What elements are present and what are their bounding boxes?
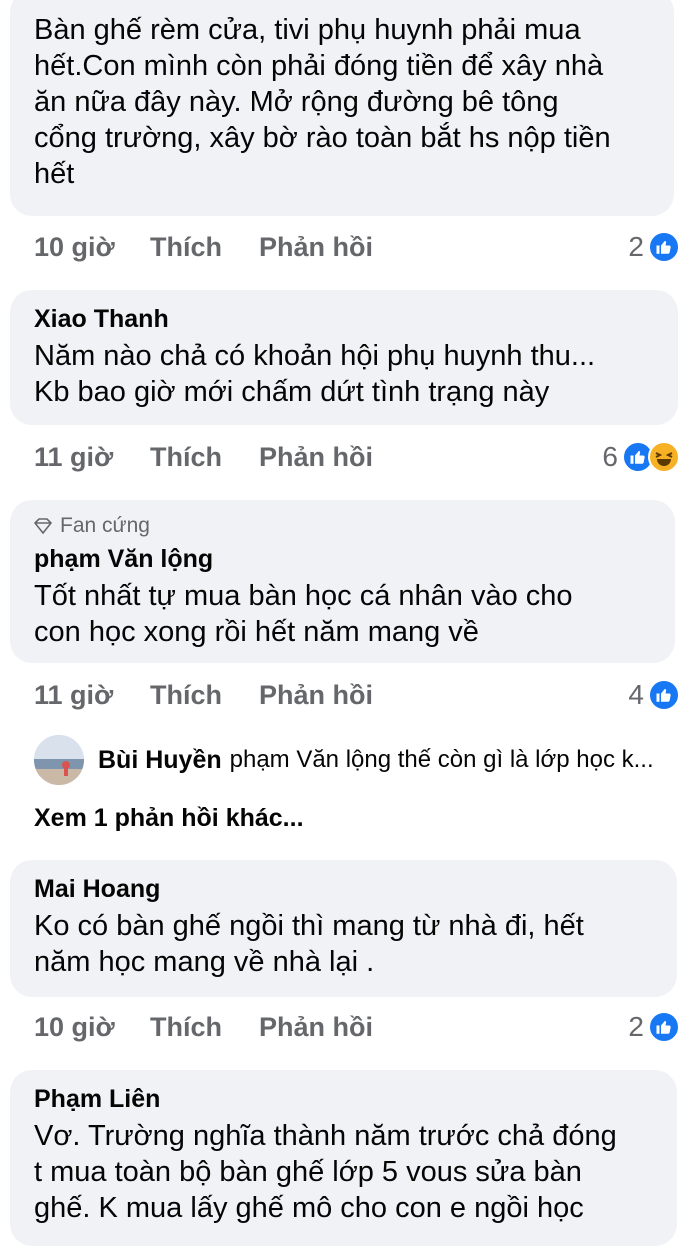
comment-text-line: hết [34,158,75,190]
comment-text-line: Vơ. Trường nghĩa thành năm trước chả đón… [34,1120,617,1152]
comment-author[interactable]: Phạm Liên [34,1084,653,1114]
reply-button[interactable]: Phản hồi [259,227,373,267]
comment-text-line: Bàn ghế rèm cửa, tivi phụ huynh phải mua [34,14,581,46]
reaction-count: 6 [602,441,618,472]
reaction-count: 4 [628,679,644,710]
like-icon [648,679,680,711]
comment-actions: 10 giờ Thích Phản hồi [34,227,674,267]
reaction-count: 2 [628,1011,644,1042]
comment-time[interactable]: 11 giờ [34,437,113,477]
comment-text-line: Ko có bàn ghế ngồi thì mang từ nhà đi, h… [34,910,584,942]
comment-bubble: Phạm Liên Vơ. Trường nghĩa thành năm trư… [10,1070,677,1246]
comment-time[interactable]: 11 giờ [34,675,113,715]
comment-bubble: Bàn ghế rèm cửa, tivi phụ huynh phải mua… [10,0,674,216]
diamond-icon [34,518,52,534]
comment-time[interactable]: 10 giờ [34,227,115,267]
comment-actions: 11 giờ Thích Phản hồi [34,675,674,715]
comment-text-line: Kb bao giờ mới chấm dứt tình trạng này [34,376,550,408]
comment-bubble: Mai Hoang Ko có bàn ghế ngồi thì mang từ… [10,860,677,997]
comment-text-line: Tốt nhất tự mua bàn học cá nhân vào cho [34,580,573,612]
view-more-replies-link[interactable]: Xem 1 phản hồi khác... [34,800,304,836]
comment-text-line: cổng trường, xây bờ rào toàn bắt hs nộp … [34,122,611,154]
reply-author[interactable]: Bùi Huyền [98,746,222,775]
reaction-summary[interactable]: 6 [602,437,680,477]
like-icon [648,231,680,263]
comment-text-line: ghế. K mua lấy ghế mô cho con e ngồi học [34,1192,584,1224]
like-button[interactable]: Thích [150,227,222,267]
comment-author[interactable]: Mai Hoang [34,874,653,904]
comment-text-line: Năm nào chả có khoản hội phụ huynh thu..… [34,340,596,372]
comment-author[interactable]: Xiao Thanh [34,304,654,334]
fan-badge: Fan cứng [34,512,651,540]
comment-bubble: Xiao Thanh Năm nào chả có khoản hội phụ … [10,290,678,425]
comment-text-line: năm học mang về nhà lại . [34,946,375,978]
avatar[interactable] [34,735,84,785]
fan-badge-label: Fan cứng [60,514,150,537]
comment-actions: 10 giờ Thích Phản hồi [34,1007,674,1047]
reply-button[interactable]: Phản hồi [259,1007,373,1047]
haha-icon [648,441,680,473]
reaction-summary[interactable]: 4 [628,675,680,715]
comment-author[interactable]: phạm Văn lộng [34,544,651,574]
reply-button[interactable]: Phản hồi [259,437,373,477]
comment-text-line: hết.Con mình còn phải đóng tiền để xây n… [34,50,604,82]
comment-text-line: con học xong rồi hết năm mang về [34,616,479,648]
comment-text-line: ăn nữa đây này. Mở rộng đường bê tông [34,86,559,118]
reply-text: phạm Văn lộng thế còn gì là lớp học k... [229,746,654,773]
reply-button[interactable]: Phản hồi [259,675,373,715]
like-button[interactable]: Thích [150,675,222,715]
comment-time[interactable]: 10 giờ [34,1007,115,1047]
reaction-summary[interactable]: 2 [628,1007,680,1047]
like-button[interactable]: Thích [150,1007,222,1047]
comment-actions: 11 giờ Thích Phản hồi [34,437,674,477]
reply-preview[interactable]: Bùi Huyền phạm Văn lộng thế còn gì là lớ… [34,735,654,785]
comment-bubble: Fan cứng phạm Văn lộng Tốt nhất tự mua b… [10,500,675,663]
like-button[interactable]: Thích [150,437,222,477]
reaction-count: 2 [628,231,644,262]
like-icon [648,1011,680,1043]
reaction-summary[interactable]: 2 [628,227,680,267]
comment-text-line: t mua toàn bộ bàn ghế lớp 5 vous sửa bàn [34,1156,582,1188]
